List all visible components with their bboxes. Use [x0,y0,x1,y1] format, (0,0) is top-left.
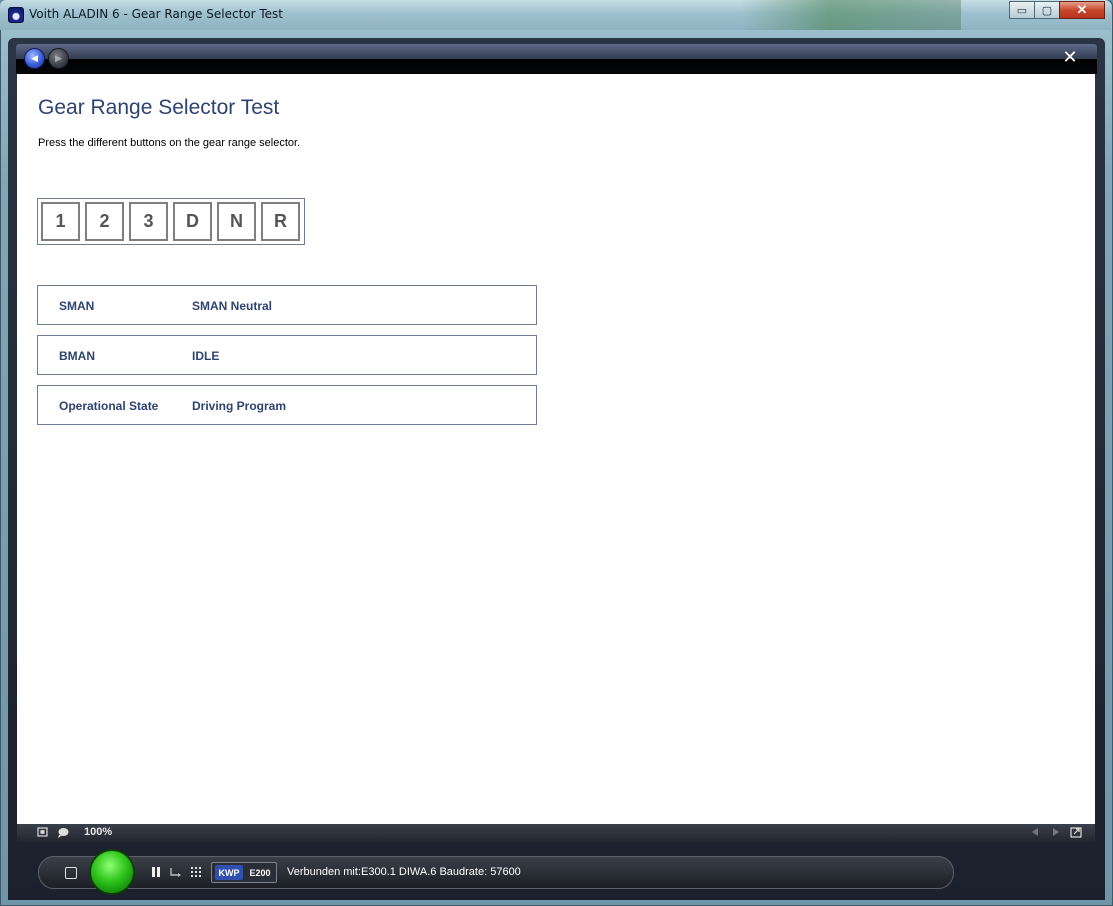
next-page-icon[interactable] [1050,827,1062,838]
back-button[interactable]: ◀ [24,48,45,69]
protocol-badge: KWP [215,865,243,880]
status-row-operational-state: Operational State Driving Program [37,385,537,425]
content-panel: Gear Range Selector Test Press the diffe… [17,74,1095,824]
loop-icon[interactable] [169,866,183,880]
status-label: Operational State [59,399,159,413]
minimize-button[interactable]: ▭ [1009,1,1035,19]
window-close-button[interactable]: ✕ [1059,1,1105,19]
status-value: SMAN Neutral [192,299,273,313]
window-title: Voith ALADIN 6 - Gear Range Selector Tes… [29,7,283,21]
window-controls: ▭ ▢ ✕ [1009,1,1105,19]
page-instruction: Press the different buttons on the gear … [38,137,301,149]
gear-range-selector: 1 2 3 D N R [37,198,305,245]
gear-key-2[interactable]: 2 [85,202,124,241]
stop-button[interactable] [65,867,77,879]
maximize-icon: ▢ [1041,4,1053,17]
status-value: Driving Program [192,399,287,413]
content-footer: 100% [17,824,1095,842]
status-label: SMAN [59,299,95,313]
gear-key-1[interactable]: 1 [41,202,80,241]
app-logo-icon [8,7,24,23]
gear-key-n[interactable]: N [217,202,256,241]
status-label: BMAN [59,349,95,363]
external-link-icon[interactable] [1070,827,1082,838]
minimize-icon: ▭ [1016,4,1028,17]
pause-icon[interactable] [151,866,161,880]
grid-icon[interactable] [190,866,203,880]
forward-button[interactable]: ▶ [48,48,69,69]
close-icon: ✕ [1076,2,1088,17]
zoom-level: 100% [84,826,113,838]
page-close-button[interactable]: ✕ [1060,47,1080,67]
start-button[interactable] [89,849,135,895]
gear-key-3[interactable]: 3 [129,202,168,241]
forward-arrow-icon: ▶ [55,53,62,63]
titlebar-decoration [741,0,961,30]
back-arrow-icon: ◀ [31,53,38,63]
comment-icon[interactable] [57,827,69,838]
gear-key-r[interactable]: R [261,202,300,241]
status-value: IDLE [192,349,220,363]
status-row-bman: BMAN IDLE [37,335,537,375]
prev-page-icon[interactable] [1029,827,1041,838]
connection-status: Verbunden mit:E300.1 DIWA.6 Baudrate: 57… [287,866,521,878]
app-toolbar [16,44,1097,74]
maximize-button[interactable]: ▢ [1034,1,1060,19]
gear-key-d[interactable]: D [173,202,212,241]
close-x-icon: ✕ [1062,47,1078,67]
ecu-badge: E200 [249,867,271,878]
page-title: Gear Range Selector Test [38,96,280,119]
fit-screen-icon[interactable] [36,827,48,838]
status-row-sman: SMAN SMAN Neutral [37,285,537,325]
